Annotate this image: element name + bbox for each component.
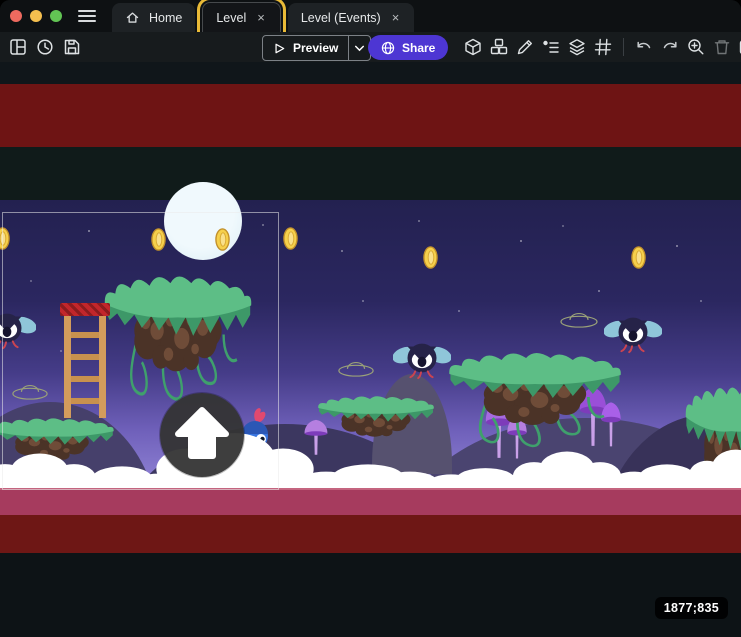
cloud-decoration [512, 448, 622, 492]
toolbar: Preview Share [0, 32, 741, 62]
close-icon[interactable]: × [390, 10, 402, 25]
zoom-in-icon[interactable] [687, 38, 705, 56]
coin-object[interactable] [283, 227, 298, 250]
bat-enemy-object[interactable] [604, 309, 662, 355]
ufo-outline-decoration [337, 359, 375, 377]
trash-icon[interactable] [713, 38, 731, 56]
history-icon[interactable] [36, 38, 54, 56]
save-icon[interactable] [63, 38, 81, 56]
cursor-coordinates-badge: 1877;835 [655, 597, 728, 619]
share-label: Share [402, 41, 435, 55]
asset-group-icon[interactable] [490, 38, 508, 56]
preview-label: Preview [293, 41, 338, 55]
tab-bar: Home Level × Level (Events) × [112, 0, 414, 32]
coin-object[interactable] [631, 246, 646, 269]
app-window: Home Level × Level (Events) × [0, 0, 741, 637]
ground-crimson-band [0, 488, 741, 515]
stars [0, 62, 2, 64]
layers-icon[interactable] [568, 38, 586, 56]
layout-panels-icon[interactable] [9, 38, 27, 56]
menu-hamburger-icon[interactable] [78, 10, 96, 22]
coin-object[interactable] [423, 246, 438, 269]
preview-button[interactable]: Preview [262, 35, 371, 61]
share-button[interactable]: Share [368, 35, 448, 60]
edit-pencil-icon[interactable] [516, 38, 534, 56]
canvas-bottom-black [0, 553, 741, 637]
ground-dark-red-band [0, 515, 741, 553]
floating-island-platform[interactable] [446, 342, 624, 452]
tab-label: Home [149, 11, 182, 25]
scene-top-red-band [0, 84, 741, 147]
zoom-window-button[interactable] [50, 10, 62, 22]
minimize-window-button[interactable] [30, 10, 42, 22]
grid-icon[interactable] [594, 38, 612, 56]
close-icon[interactable]: × [255, 10, 267, 25]
tab-level[interactable]: Level × [202, 2, 280, 32]
home-icon [125, 10, 140, 25]
undo-icon[interactable] [635, 38, 653, 56]
scene-editor-canvas: 1877;835 [0, 62, 741, 637]
move-up-control-button[interactable] [160, 393, 244, 477]
cloud-decoration [688, 446, 741, 492]
arrow-up-icon [160, 393, 244, 477]
scene-dark-strip [0, 147, 741, 200]
object-cube-icon[interactable] [464, 38, 482, 56]
tab-label: Level [216, 11, 246, 25]
redo-icon[interactable] [661, 38, 679, 56]
floating-island-platform[interactable] [316, 390, 436, 452]
tab-level-events[interactable]: Level (Events) × [288, 3, 415, 32]
toolbar-divider [623, 38, 624, 56]
tab-label: Level (Events) [301, 11, 381, 25]
instances-list-icon[interactable] [542, 38, 560, 56]
bat-enemy-object[interactable] [393, 335, 451, 381]
tab-home[interactable]: Home [112, 3, 195, 32]
ufo-outline-decoration [559, 310, 599, 328]
play-icon [273, 42, 286, 55]
title-bar: Home Level × Level (Events) × [0, 0, 741, 32]
traffic-lights [10, 10, 62, 22]
globe-icon [381, 41, 395, 55]
close-window-button[interactable] [10, 10, 22, 22]
